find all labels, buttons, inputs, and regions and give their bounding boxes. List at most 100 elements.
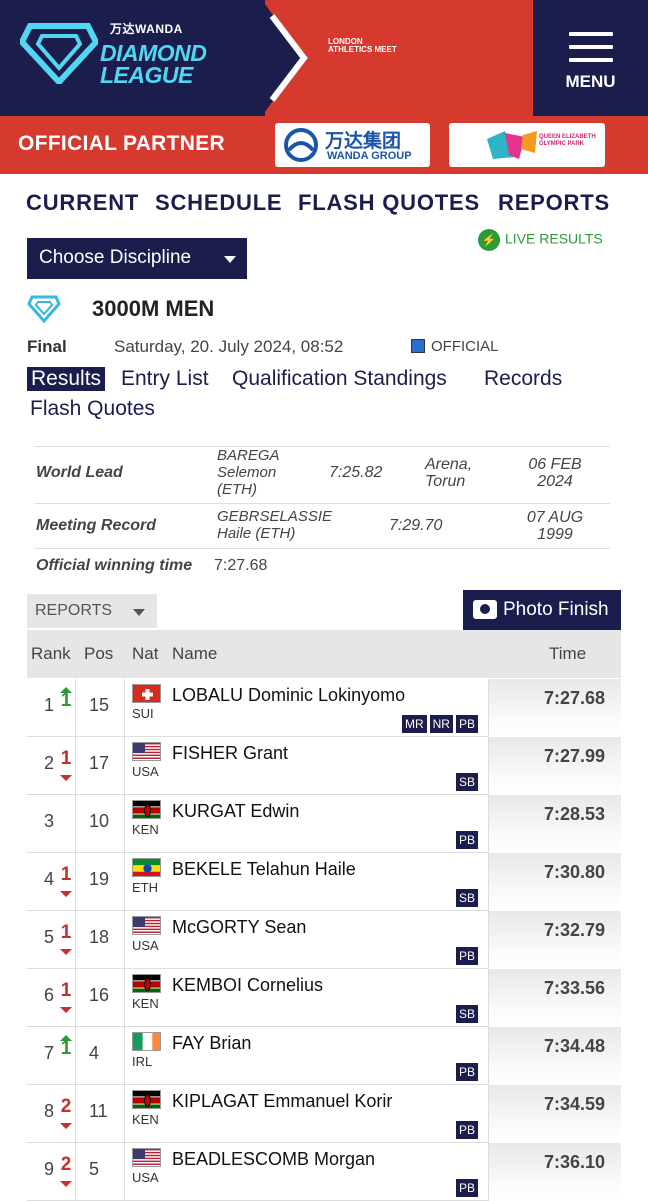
- meeting-record-date: 07 AUG 1999: [522, 509, 588, 543]
- arrow-down-icon: [60, 775, 72, 781]
- mr-athlete-l2: Haile (ETH): [217, 525, 296, 542]
- official-square-icon: [411, 339, 425, 353]
- record-badge: PB: [455, 831, 478, 849]
- rank: 3: [44, 811, 55, 831]
- athlete-name[interactable]: BEADLESCOMB Morgan: [172, 1149, 375, 1170]
- athlete-name[interactable]: FISHER Grant: [172, 743, 288, 764]
- table-row[interactable]: 6 1 16 KEN KEMBOI Cornelius SB 7:33.56: [27, 969, 621, 1027]
- flag-icon: [132, 1148, 161, 1167]
- wanda-cn: 万达集团: [325, 131, 402, 152]
- table-row[interactable]: 3 10 KEN KURGAT Edwin PB 7:28.53: [27, 795, 621, 853]
- tab-records[interactable]: Records: [484, 367, 562, 391]
- choose-discipline-dropdown[interactable]: Choose Discipline: [27, 238, 247, 279]
- flag-icon: [132, 858, 161, 877]
- world-lead-mark: 7:25.82: [329, 464, 383, 481]
- tab-entry-list[interactable]: Entry List: [121, 367, 209, 391]
- table-row[interactable]: 8 2 11 KEN KIPLAGAT Emmanuel Korir PB 7:34.59: [27, 1085, 621, 1143]
- nationality: ETH: [132, 880, 158, 895]
- nav-flash-quotes[interactable]: FLASH QUOTES: [298, 190, 480, 216]
- qe-park-logo[interactable]: QUEEN ELIZABETH OLYMPIC PARK: [449, 123, 605, 167]
- diamond-league-logo-icon: [20, 23, 98, 84]
- partner-label: OFFICIAL PARTNER: [18, 132, 226, 155]
- nav-schedule[interactable]: SCHEDULE: [155, 190, 282, 216]
- event-round: Final: [27, 337, 67, 356]
- record-badge: NR: [429, 715, 453, 733]
- wanda-group-logo[interactable]: 万达集团 WANDA GROUP: [275, 123, 430, 167]
- nationality: KEN: [132, 1112, 159, 1127]
- meet-name: LONDON ATHLETICS MEET: [328, 37, 397, 54]
- col-time: Time: [549, 644, 587, 663]
- position: 19: [89, 869, 110, 889]
- result-time: 7:30.80: [489, 853, 621, 911]
- photo-finish-label: Photo Finish: [503, 599, 609, 620]
- reports-dropdown[interactable]: REPORTS: [27, 594, 157, 628]
- table-row[interactable]: 1 1 15 SUI LOBALU Dominic Lokinyomo MR NR PB 7:2…: [27, 679, 621, 737]
- athlete-name[interactable]: KEMBOI Cornelius: [172, 975, 323, 996]
- caret-down-icon: [224, 256, 236, 263]
- result-time: 7:34.59: [489, 1085, 621, 1143]
- nationality: SUI: [132, 706, 154, 721]
- photo-finish-button[interactable]: Photo Finish: [463, 590, 621, 630]
- arrow-down-icon: [60, 891, 72, 897]
- badges: SB: [453, 889, 478, 907]
- choose-discipline-label: Choose Discipline: [39, 247, 192, 268]
- record-badge: PB: [455, 1121, 478, 1139]
- table-row[interactable]: 4 1 19 ETH BEKELE Telahun Haile SB 7:30.80: [27, 853, 621, 911]
- top-header: 万达WANDA DIAMOND LEAGUE LONDON ATHLETICS …: [0, 0, 648, 116]
- menu-button[interactable]: MENU: [533, 0, 648, 116]
- rank: 5: [44, 927, 55, 947]
- table-row[interactable]: 5 1 18 USA McGORTY Sean PB 7:32.79: [27, 911, 621, 969]
- position: 16: [89, 985, 110, 1005]
- tab-flash-quotes[interactable]: Flash Quotes: [30, 397, 155, 421]
- arrow-down-icon: [60, 1007, 72, 1013]
- tab-qualification-standings[interactable]: Qualification Standings: [232, 367, 447, 391]
- table-row[interactable]: 2 1 17 USA FISHER Grant SB 7:27.99: [27, 737, 621, 795]
- nationality: IRL: [132, 1054, 153, 1069]
- rank: 7: [44, 1043, 55, 1063]
- athlete-name[interactable]: FAY Brian: [172, 1033, 251, 1054]
- table-row[interactable]: 7 1 4 IRL FAY Brian PB 7:34.48: [27, 1027, 621, 1085]
- badges: PB: [453, 947, 478, 965]
- flag-icon: [132, 742, 161, 761]
- world-lead-date: 06 FEB 2024: [522, 456, 588, 490]
- wanda-en: WANDA GROUP: [327, 150, 412, 162]
- nav-reports[interactable]: REPORTS: [498, 190, 610, 216]
- athlete-name[interactable]: KIPLAGAT Emmanuel Korir: [172, 1091, 392, 1112]
- result-time: 7:32.79: [489, 911, 621, 969]
- divider: [35, 446, 610, 447]
- col-nat: Nat: [132, 644, 159, 663]
- badges: SB: [453, 773, 478, 791]
- result-time: 7:27.99: [489, 737, 621, 795]
- position: 17: [89, 753, 110, 773]
- live-results-link[interactable]: ⚡ LIVE RESULTS: [478, 229, 603, 251]
- chevron-right-icon: [269, 14, 308, 102]
- position-change: 1: [60, 864, 72, 885]
- mr-date-l2: 1999: [537, 526, 573, 543]
- world-lead-venue: Arena, Torun: [425, 456, 472, 490]
- wl-date-l2: 2024: [537, 473, 573, 490]
- position-change: 1: [60, 690, 72, 711]
- athlete-name[interactable]: BEKELE Telahun Haile: [172, 859, 356, 880]
- athlete-name[interactable]: LOBALU Dominic Lokinyomo: [172, 685, 405, 706]
- athlete-name[interactable]: KURGAT Edwin: [172, 801, 299, 822]
- position-change: 1: [60, 1038, 72, 1059]
- arrow-down-icon: [60, 1123, 72, 1129]
- nav-current[interactable]: CURRENT: [26, 190, 139, 216]
- camera-icon: [473, 600, 497, 619]
- position-change: 1: [60, 980, 72, 1001]
- position: 18: [89, 927, 110, 947]
- world-lead-athlete: BAREGA Selemon (ETH): [217, 447, 280, 498]
- col-rank: Rank: [31, 644, 71, 663]
- table-row[interactable]: 9 2 5 USA BEADLESCOMB Morgan PB 7:36.10: [27, 1143, 621, 1201]
- tab-results[interactable]: Results: [27, 367, 106, 391]
- wl-athlete-l2: Selemon: [217, 464, 277, 481]
- nationality: USA: [132, 764, 159, 779]
- wl-athlete-l1: BAREGA: [217, 447, 280, 464]
- athlete-name[interactable]: McGORTY Sean: [172, 917, 306, 938]
- live-results-label: LIVE RESULTS: [505, 230, 603, 247]
- flag-icon: [132, 974, 161, 993]
- badges: PB: [453, 831, 478, 849]
- menu-label: MENU: [565, 72, 616, 91]
- official-status: OFFICIAL: [411, 338, 499, 355]
- wl-date-l1: 06 FEB: [528, 456, 582, 473]
